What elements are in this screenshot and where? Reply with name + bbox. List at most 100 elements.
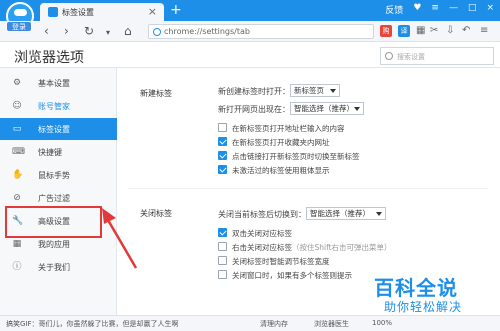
address-url: chrome://settings/tab bbox=[164, 27, 250, 36]
checkbox-label: 双击关闭对应标签 bbox=[232, 229, 292, 238]
skin-icon[interactable]: ♥ bbox=[413, 3, 421, 16]
settings-tab-icon bbox=[48, 7, 58, 17]
checkbox-label: 在新标签页打开收藏夹内网址 bbox=[232, 138, 330, 147]
shopping-ext-icon[interactable]: 购 bbox=[380, 25, 392, 37]
checkbox-address-new-tab[interactable] bbox=[218, 123, 227, 132]
section-heading-close-tab: 关闭标签 bbox=[140, 209, 172, 218]
checkbox-label: 右击关闭对应标签 bbox=[232, 243, 292, 252]
checkbox-label: 关闭标签时智能调节标签宽度 bbox=[232, 257, 330, 266]
login-badge[interactable]: 登录 bbox=[6, 21, 32, 32]
checkbox-label: 点击链接打开新标签页时切换至新标签 bbox=[232, 152, 360, 161]
undo-icon[interactable]: ↶ bbox=[462, 25, 470, 36]
back-icon[interactable]: ‹ bbox=[44, 24, 49, 38]
secure-icon bbox=[153, 28, 161, 36]
scissors-icon[interactable]: ✂ bbox=[430, 25, 438, 36]
switch-after-close-label: 关闭当前标签后切换到： bbox=[218, 210, 306, 219]
block-icon: ⊘ bbox=[13, 193, 21, 203]
checkbox-label: 在新标签页打开地址栏输入的内容 bbox=[232, 124, 345, 133]
status-bar: 搞笑GIF：哥们儿，你虽然躲了比赛，但是却赢了人生啊 清理内存 浏览器医生 10… bbox=[0, 315, 500, 331]
annotation-arrow bbox=[102, 208, 138, 269]
clean-memory-button[interactable]: 清理内存 bbox=[260, 319, 288, 329]
checkbox-right-click-close[interactable] bbox=[218, 242, 227, 251]
sidebar-item-shortcuts[interactable]: ⌨ 快捷键 bbox=[0, 141, 117, 163]
tab-settings[interactable]: 标签设置 × bbox=[40, 3, 164, 21]
sidebar-item-label: 账号管家 bbox=[38, 102, 70, 111]
sidebar-item-label: 快捷键 bbox=[38, 148, 62, 157]
refresh-icon[interactable]: ↻ bbox=[84, 24, 94, 38]
history-dropdown-icon[interactable]: ▾ bbox=[106, 26, 110, 40]
feedback-button[interactable]: 反馈 bbox=[385, 3, 403, 16]
download-icon[interactable]: ⇩ bbox=[446, 25, 454, 36]
chevron-down-icon bbox=[354, 107, 360, 111]
gear-icon: ⚙ bbox=[12, 78, 22, 88]
section-heading-new-tab: 新建标签 bbox=[140, 89, 172, 98]
zoom-level[interactable]: 100% bbox=[372, 319, 392, 327]
highlight-box bbox=[5, 206, 102, 238]
checkbox-bold-inactive[interactable] bbox=[218, 165, 227, 174]
window-controls: 反馈 ♥ ≡ — □ × bbox=[385, 3, 494, 16]
open-pos-select[interactable]: 智能选择（推荐） bbox=[290, 102, 364, 115]
sidebar-item-label: 基本设置 bbox=[38, 79, 70, 88]
sidebar-item-gestures[interactable]: ✋ 鼠标手势 bbox=[0, 164, 117, 186]
open-pos-label: 新打开网页出现在： bbox=[218, 105, 290, 114]
sidebar-item-label: 我的应用 bbox=[38, 240, 70, 249]
search-icon bbox=[385, 52, 393, 60]
checkbox-double-click-close[interactable] bbox=[218, 228, 227, 237]
navigation-bar: ‹ › ↻ ▾ ⌂ chrome://settings/tab 购 译 ▦ ✂ … bbox=[0, 21, 500, 42]
sidebar-item-label: 标签设置 bbox=[38, 125, 70, 134]
settings-search-input[interactable]: 搜索设置 bbox=[380, 47, 494, 65]
watermark-subtitle: 助你轻松解决 bbox=[384, 300, 463, 314]
open-new-value: 新标签页 bbox=[294, 86, 324, 95]
tab-icon: ▭ bbox=[12, 124, 22, 134]
sidebar-item-label: 关于我们 bbox=[38, 263, 70, 272]
sidebar-item-label: 鼠标手势 bbox=[38, 171, 70, 180]
tab-bar: 标签设置 × + 反馈 ♥ ≡ — □ × bbox=[0, 0, 500, 21]
close-window-icon[interactable]: × bbox=[486, 3, 494, 16]
new-tab-button[interactable]: + bbox=[170, 2, 182, 18]
watermark-title: 百科全说 bbox=[374, 276, 458, 300]
sidebar-item-account[interactable]: ☺ 账号管家 bbox=[0, 95, 117, 117]
translate-ext-icon[interactable]: 译 bbox=[398, 25, 410, 37]
switch-after-close-value: 智能选择（推荐） bbox=[310, 209, 370, 218]
checkbox-switch-new-tab[interactable] bbox=[218, 151, 227, 160]
checkbox-favorites-new-tab[interactable] bbox=[218, 137, 227, 146]
open-new-label: 新创建标签时打开： bbox=[218, 87, 290, 96]
maximize-icon[interactable]: □ bbox=[468, 3, 477, 16]
account-icon: ☺ bbox=[12, 101, 22, 111]
checkbox-label-right-click: 右击关闭对应标签（按住Shift右击可弹出菜单） bbox=[232, 242, 392, 253]
browser-doctor-button[interactable]: 浏览器医生 bbox=[314, 319, 349, 329]
settings-sidebar: ⚙ 基本设置 ☺ 账号管家 ▭ 标签设置 ⌨ 快捷键 ✋ 鼠标手势 ⊘ 广告过滤… bbox=[0, 68, 117, 315]
home-icon[interactable]: ⌂ bbox=[124, 24, 132, 38]
sidebar-item-tabs[interactable]: ▭ 标签设置 bbox=[0, 118, 117, 140]
tab-title: 标签设置 bbox=[62, 8, 94, 17]
sidebar-item-basic[interactable]: ⚙ 基本设置 bbox=[0, 72, 117, 94]
menu-icon[interactable]: ≡ bbox=[431, 3, 439, 16]
address-bar[interactable]: chrome://settings/tab bbox=[148, 24, 374, 39]
section-divider bbox=[128, 188, 488, 189]
hand-icon: ✋ bbox=[12, 170, 24, 180]
checkbox-close-window-prompt[interactable] bbox=[218, 270, 227, 279]
browser-logo[interactable]: 登录 bbox=[6, 2, 34, 32]
menu-dots-icon[interactable]: ≡ bbox=[480, 25, 488, 36]
chevron-down-icon bbox=[376, 212, 382, 216]
checkbox-label: 未激活过的标签使用粗体显示 bbox=[232, 166, 330, 175]
chevron-down-icon bbox=[330, 89, 336, 93]
apps-icon: ▦ bbox=[12, 239, 22, 249]
checkbox-hint: （按住Shift右击可弹出菜单） bbox=[292, 243, 392, 252]
checkbox-smart-width[interactable] bbox=[218, 256, 227, 265]
grid-icon[interactable]: ▦ bbox=[416, 25, 425, 36]
keyboard-icon: ⌨ bbox=[12, 147, 25, 157]
tab-close-icon[interactable]: × bbox=[148, 5, 157, 18]
minimize-icon[interactable]: — bbox=[449, 3, 458, 16]
open-new-select[interactable]: 新标签页 bbox=[290, 84, 340, 97]
logo-icon bbox=[14, 9, 27, 16]
checkbox-label: 关闭窗口时，如果有多个标签则提示 bbox=[232, 271, 352, 280]
switch-after-close-select[interactable]: 智能选择（推荐） bbox=[306, 207, 386, 220]
sidebar-item-label: 广告过滤 bbox=[38, 194, 70, 203]
search-placeholder: 搜索设置 bbox=[397, 53, 425, 61]
status-gif-link[interactable]: 搞笑GIF：哥们儿，你虽然躲了比赛，但是却赢了人生啊 bbox=[6, 319, 179, 329]
open-pos-value: 智能选择（推荐） bbox=[294, 104, 354, 113]
info-icon: ⓘ bbox=[12, 262, 22, 272]
forward-icon[interactable]: › bbox=[64, 24, 69, 38]
page-title: 浏览器选项 bbox=[14, 50, 84, 66]
